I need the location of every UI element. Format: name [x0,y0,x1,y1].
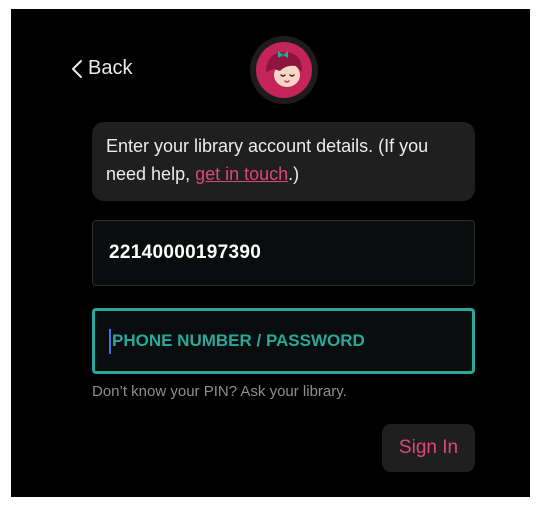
pin-field[interactable] [92,308,475,374]
sign-in-button[interactable]: Sign In [382,424,475,472]
instructions-text-end: .) [288,164,300,184]
back-label: Back [88,57,133,79]
pin-hint: Don’t know your PIN? Ask your library. [92,383,347,400]
instructions-panel: Enter your library account details. (If … [92,122,475,201]
card-number-field[interactable]: 22140000197390 [92,220,475,286]
pin-input[interactable] [112,326,452,356]
libby-logo-icon [250,36,318,104]
get-in-touch-link[interactable]: get in touch [195,164,288,184]
chevron-left-icon [71,59,88,79]
card-number-value: 22140000197390 [109,242,262,263]
sign-in-screen: Back Enter your library account details.… [11,9,530,497]
back-button[interactable]: Back [71,57,132,80]
text-cursor [109,328,111,354]
